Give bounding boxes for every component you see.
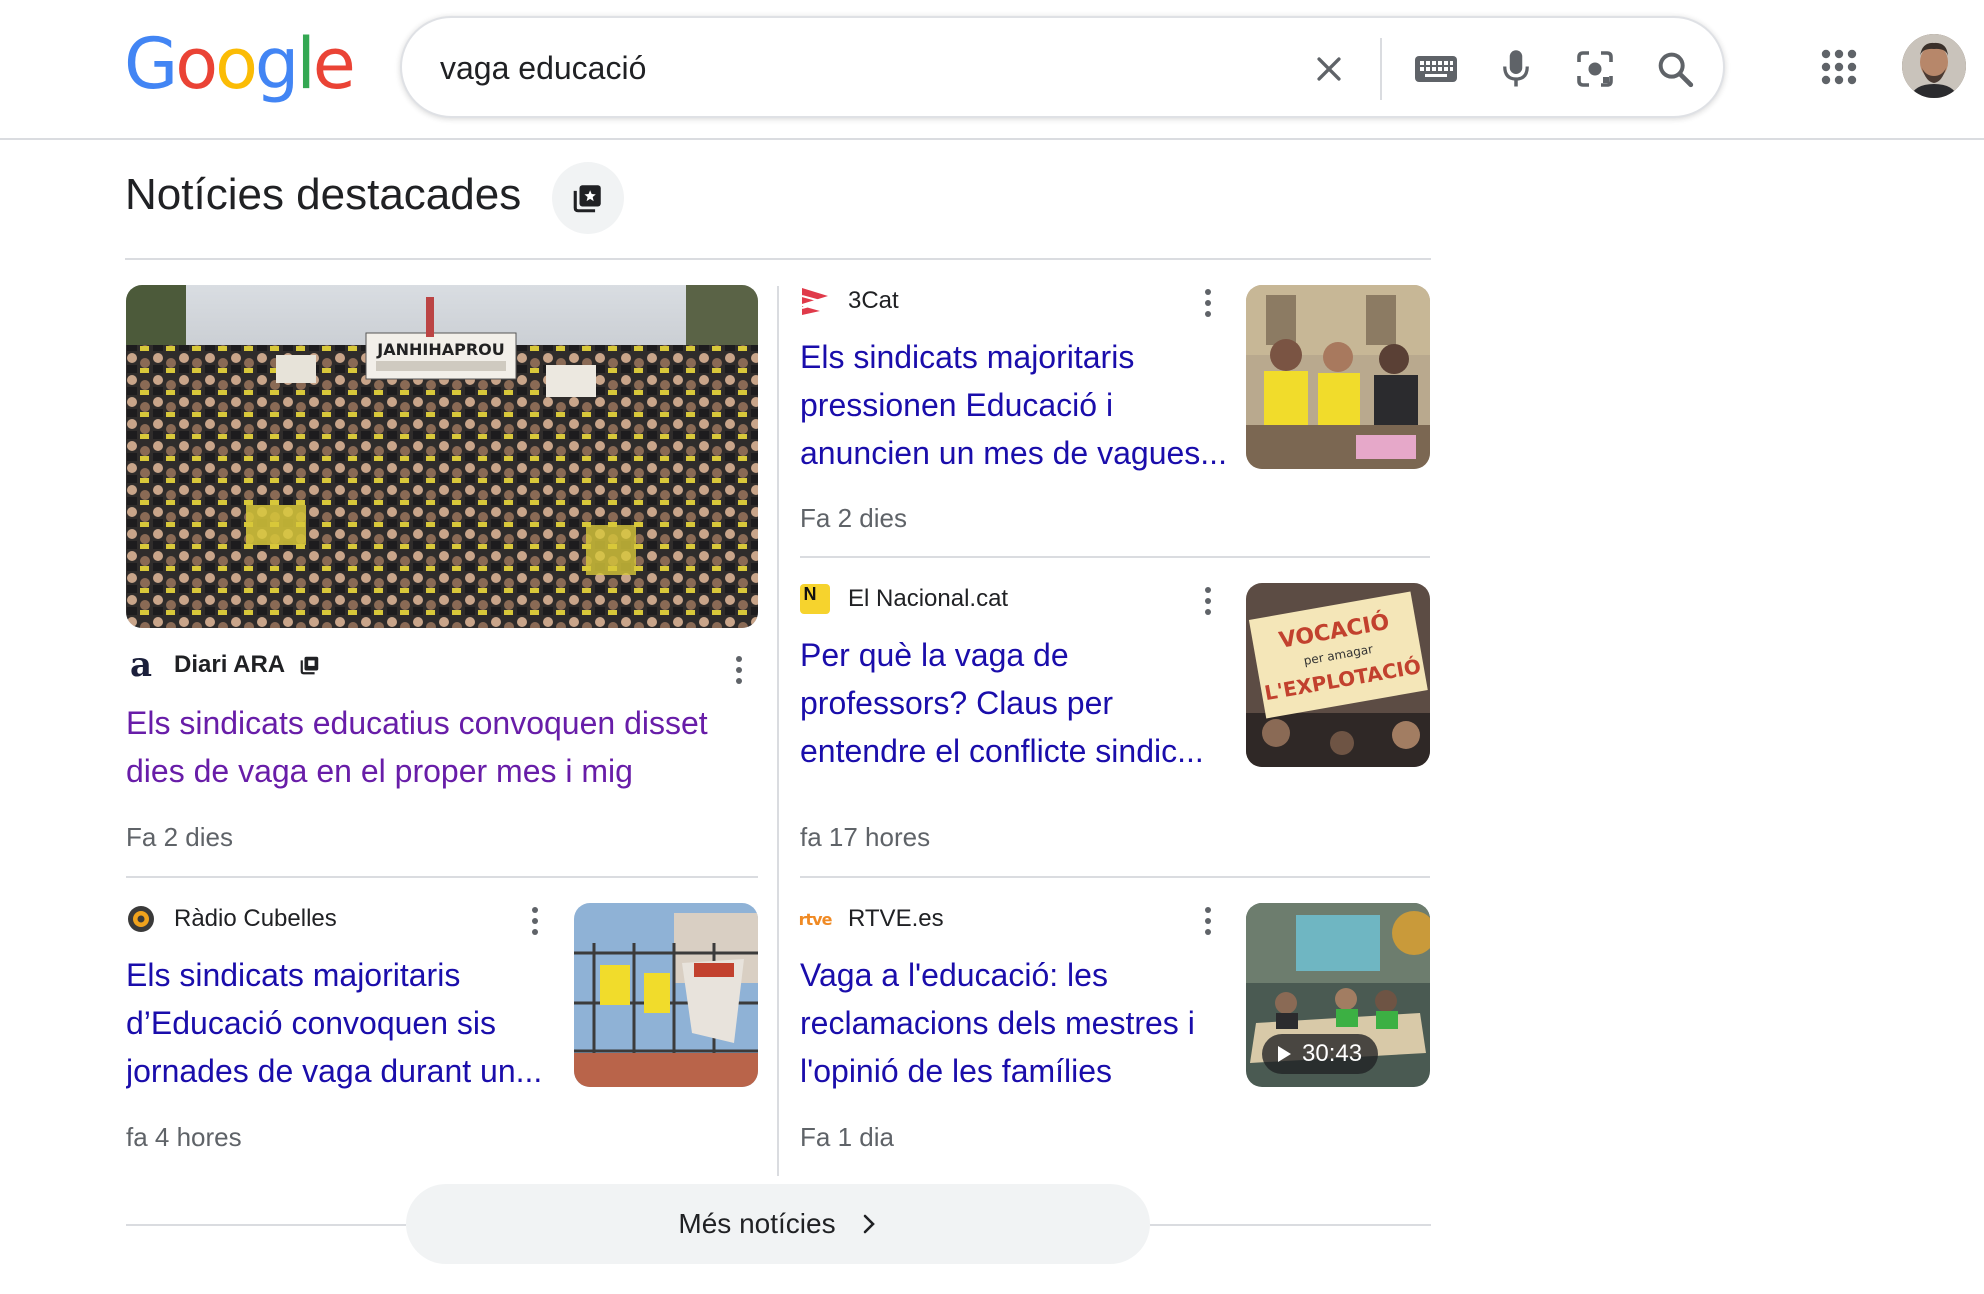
el-nacional-logo-icon: N [800,584,830,614]
search-input[interactable] [440,38,1300,98]
lens-camera-icon[interactable] [1568,42,1622,96]
play-icon [1278,1046,1291,1062]
more-news-label: Més notícies [678,1208,836,1239]
apps-grid-icon[interactable] [1812,40,1866,94]
article-thumbnail-teachers[interactable] [1246,285,1430,469]
google-logo[interactable]: Google [124,22,356,106]
header: Google [0,0,1984,140]
more-news-button[interactable]: Més notícies [406,1184,1150,1264]
article-time: Fa 1 dia [800,1122,894,1152]
article-time: fa 4 hores [126,1122,242,1152]
article-source[interactable]: Ràdio Cubelles [126,904,337,934]
article-source[interactable]: 3Cat [800,286,899,316]
protest-banner-text: JANHIHAPROU [376,340,504,359]
chevron-right-icon [863,1214,875,1234]
card-divider [126,876,758,878]
source-name: Ràdio Cubelles [174,905,337,932]
top-divider [125,258,1431,260]
search-icon[interactable] [1648,42,1702,96]
column-divider [777,286,779,1176]
card-divider [800,876,1430,878]
keyboard-icon[interactable] [1409,42,1463,96]
more-options-icon[interactable] [1196,901,1220,941]
article-time: fa 17 hores [800,822,931,852]
more-news-rule-left [126,1224,406,1226]
clear-icon[interactable] [1302,42,1356,96]
page-title: Notícies destacades [125,170,522,219]
3cat-logo-icon [800,286,830,316]
microphone-icon[interactable] [1489,42,1543,96]
article-thumbnail-school-fence[interactable] [574,903,758,1087]
article-headline[interactable]: Per què la vaga de professors? Claus per… [800,631,1230,775]
article-headline[interactable]: Els sindicats majoritaris pressionen Edu… [800,333,1230,477]
account-avatar[interactable] [1902,34,1966,98]
more-options-icon[interactable] [727,650,751,690]
news-badge-icon[interactable] [552,162,624,234]
article-source[interactable]: rtve RTVE.es [798,904,944,934]
search-box [400,16,1725,118]
rtve-logo-icon: rtve [798,909,833,929]
article-headline[interactable]: Vaga a l'educació: les reclamacions dels… [800,951,1230,1095]
source-name: 3Cat [848,287,899,314]
search-divider [1380,38,1382,100]
article-source[interactable]: N El Nacional.cat [800,584,1008,614]
article-time: Fa 2 dies [126,822,233,852]
source-name: Diari ARA [174,651,286,678]
card-divider [800,556,1430,558]
source-name: El Nacional.cat [848,585,1009,612]
more-options-icon[interactable] [1196,283,1220,323]
news-badge-icon [300,656,319,675]
video-duration-badge: 30:43 [1262,1034,1379,1074]
diari-ara-logo-icon: a [129,645,153,685]
article-thumbnail-protest-sign[interactable]: VOCACIÓ per amagar L'EXPLOTACIÓ [1246,583,1430,767]
article-time: Fa 2 dies [800,503,907,533]
more-options-icon[interactable] [1196,581,1220,621]
article-headline[interactable]: Els sindicats majoritaris d’Educació con… [126,951,556,1095]
article-headline[interactable]: Els sindicats educatius convoquen disset… [126,699,758,795]
more-news-rule-right [1150,1224,1431,1226]
source-name: RTVE.es [848,905,944,932]
radio-cubelles-logo-icon [126,904,156,934]
article-thumbnail-protest[interactable]: JANHIHAPROU [126,285,758,628]
more-options-icon[interactable] [523,901,547,941]
article-source[interactable]: a Diari ARA [126,645,321,685]
